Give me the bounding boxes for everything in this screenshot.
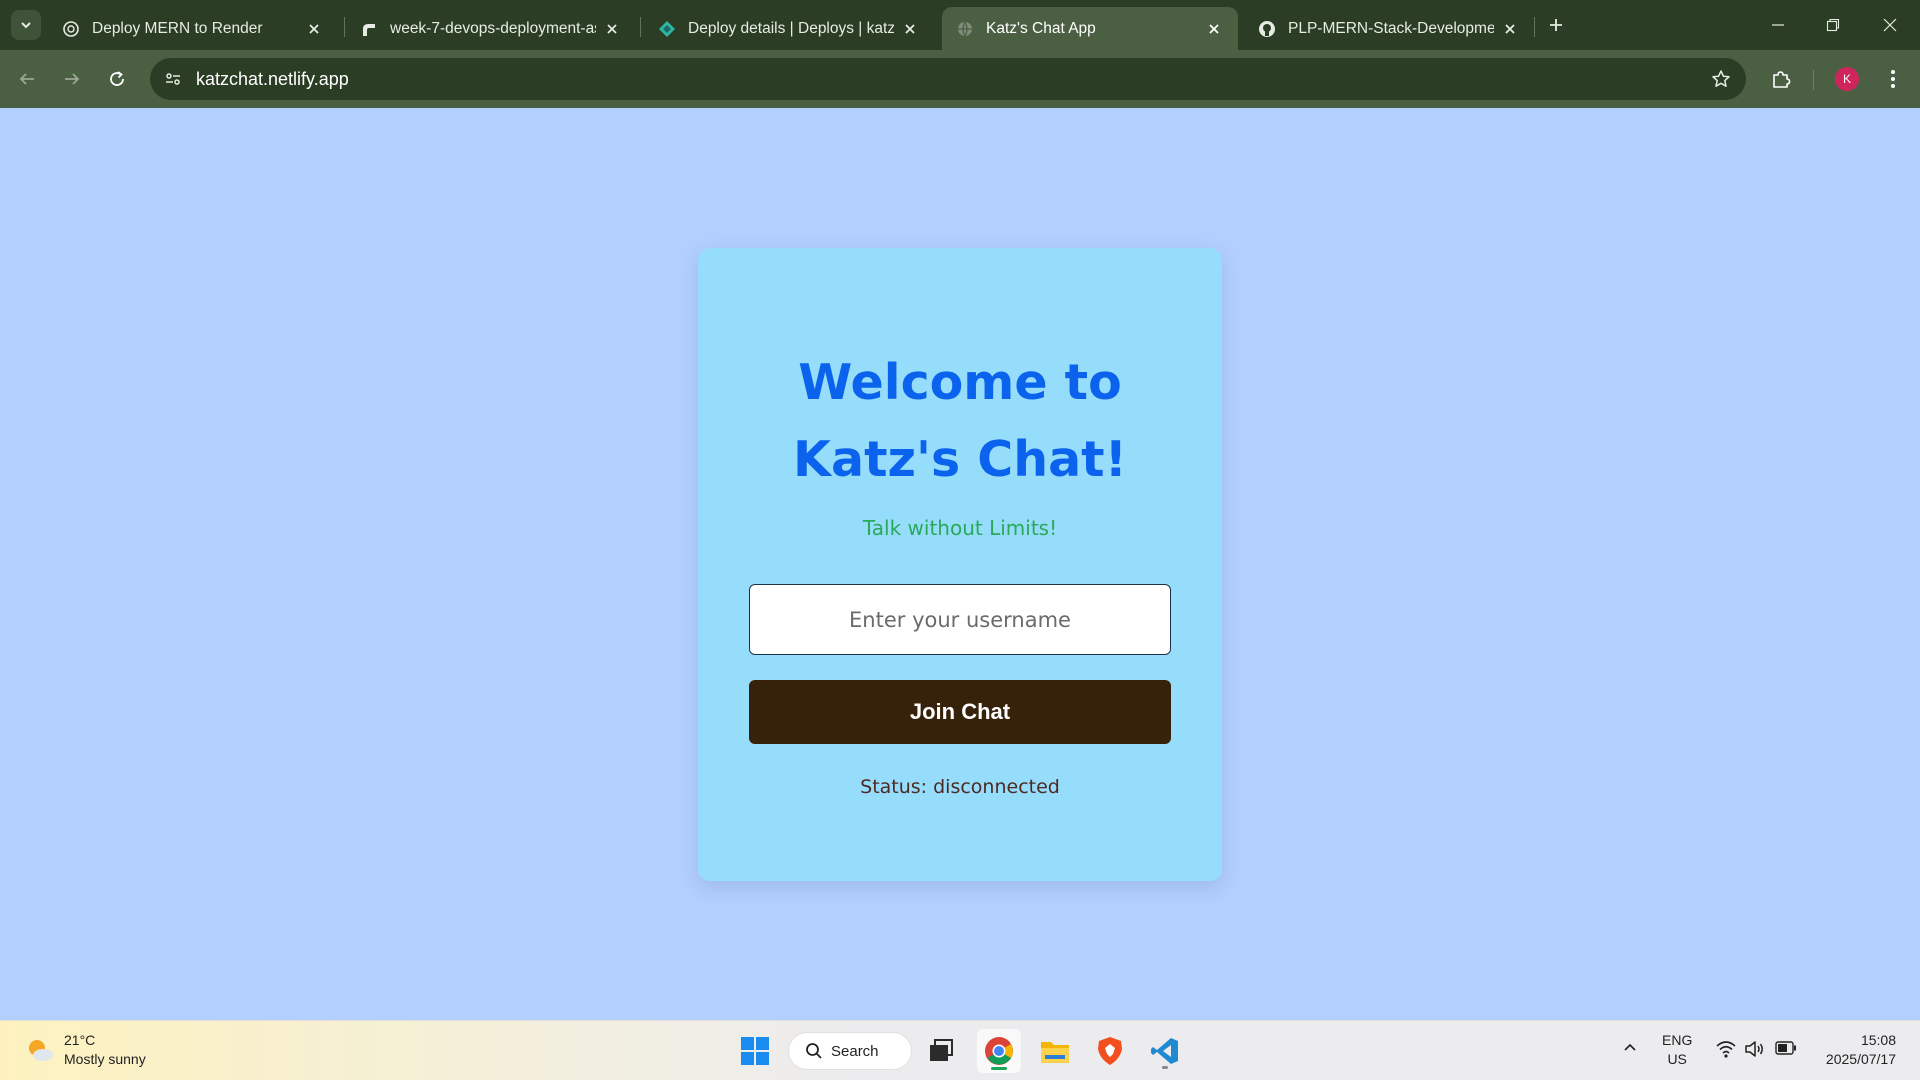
minimize-button[interactable]	[1758, 10, 1798, 40]
close-icon[interactable]	[900, 19, 920, 39]
close-icon	[1883, 18, 1897, 32]
join-card: Welcome to Katz's Chat! Talk without Lim…	[698, 248, 1222, 881]
clock-date: 2025/07/17	[1825, 1051, 1896, 1067]
openai-icon	[62, 20, 80, 38]
taskbar-search[interactable]: Search	[789, 1033, 911, 1069]
weather-widget[interactable]: 21°C Mostly sunny	[24, 1031, 146, 1069]
tab-katz-chat[interactable]: Katz's Chat App	[942, 7, 1238, 50]
start-button[interactable]	[733, 1029, 777, 1073]
taskbar-brave[interactable]	[1088, 1029, 1132, 1073]
tab-title: week-7-devops-deployment-assignment	[390, 19, 596, 37]
username-input[interactable]	[749, 584, 1171, 655]
active-indicator	[991, 1067, 1007, 1070]
tab-deploy-details[interactable]: Deploy details | Deploys | katzchat	[644, 7, 934, 50]
minimize-icon	[1772, 24, 1784, 26]
render-icon	[360, 20, 378, 38]
tab-separator	[1534, 17, 1535, 37]
battery-icon	[1775, 1041, 1796, 1055]
back-button[interactable]	[10, 62, 44, 96]
avatar: K	[1835, 67, 1859, 91]
toolbar-divider	[1813, 70, 1814, 90]
restore-icon	[1826, 18, 1840, 32]
puzzle-icon	[1773, 71, 1791, 88]
globe-icon	[956, 20, 974, 38]
tab-title: Deploy details | Deploys | katzchat	[688, 19, 894, 37]
tab-plp-mern[interactable]: PLP-MERN-Stack-Development	[1244, 7, 1534, 50]
browser-toolbar: katzchat.netlify.app K	[0, 50, 1920, 108]
language-indicator[interactable]: ENG US	[1662, 1031, 1692, 1069]
reload-icon	[110, 71, 124, 86]
taskbar-file-explorer[interactable]	[1033, 1029, 1077, 1073]
sun-cloud-icon	[29, 1040, 53, 1061]
plus-icon	[1550, 19, 1562, 31]
chevron-up-icon	[1624, 1043, 1636, 1051]
brave-icon	[1098, 1037, 1122, 1065]
arrow-right-icon	[65, 73, 80, 85]
tab-separator	[640, 17, 641, 37]
battery-status[interactable]	[1775, 1041, 1797, 1055]
start-icon	[741, 1037, 769, 1065]
vscode-icon	[1151, 1038, 1178, 1064]
wifi-icon	[1716, 1041, 1736, 1058]
weather-temp: 21°C	[64, 1032, 96, 1048]
tab-separator	[344, 17, 345, 37]
address-bar[interactable]: katzchat.netlify.app	[150, 58, 1746, 100]
welcome-line-2: Katz's Chat!	[793, 431, 1127, 488]
task-view-button[interactable]	[919, 1029, 963, 1073]
site-info-icon[interactable]	[160, 66, 186, 92]
volume-status[interactable]	[1745, 1040, 1765, 1058]
forward-button[interactable]	[55, 62, 89, 96]
bookmark-star-icon[interactable]	[1708, 66, 1734, 92]
tab-search-button[interactable]	[11, 10, 41, 40]
search-label: Search	[831, 1042, 879, 1060]
weather-desc: Mostly sunny	[64, 1051, 146, 1067]
github-icon	[1258, 20, 1276, 38]
tagline: Talk without Limits!	[862, 516, 1058, 540]
show-hidden-icons-button[interactable]	[1622, 1039, 1638, 1055]
chrome-icon	[985, 1037, 1013, 1065]
reload-button[interactable]	[100, 62, 134, 96]
tab-week7-devops[interactable]: week-7-devops-deployment-assignment	[346, 7, 636, 50]
restore-button[interactable]	[1813, 10, 1853, 40]
language-code: ENG	[1662, 1032, 1693, 1048]
taskbar: 21°C Mostly sunny Search ENG US 15:08 20…	[0, 1020, 1920, 1080]
clock-time: 15:08	[1860, 1032, 1896, 1048]
speaker-icon	[1745, 1041, 1763, 1057]
tab-bar: Deploy MERN to Render week-7-devops-depl…	[0, 0, 1920, 50]
close-window-button[interactable]	[1870, 10, 1910, 40]
file-explorer-icon	[1041, 1042, 1069, 1063]
system-clock[interactable]: 15:08 2025/07/17	[1812, 1031, 1896, 1069]
extensions-button[interactable]	[1764, 62, 1798, 96]
close-icon[interactable]	[1204, 19, 1224, 39]
welcome-line-1: Welcome to	[798, 354, 1122, 411]
page-title: Welcome to Katz's Chat!	[698, 344, 1222, 498]
url-text: katzchat.netlify.app	[196, 69, 349, 89]
chevron-down-icon	[21, 22, 31, 29]
tab-title: Deploy MERN to Render	[92, 19, 263, 37]
arrow-left-icon	[19, 73, 34, 85]
netlify-icon	[658, 20, 676, 38]
browser-menu-button[interactable]	[1876, 62, 1910, 96]
close-icon[interactable]	[602, 19, 622, 39]
tab-title: Katz's Chat App	[986, 19, 1096, 37]
tab-deploy-mern[interactable]: Deploy MERN to Render	[48, 7, 338, 50]
close-icon[interactable]	[1500, 19, 1520, 39]
region-code: US	[1667, 1051, 1687, 1067]
search-icon	[806, 1043, 822, 1059]
new-tab-button[interactable]	[1544, 13, 1568, 37]
task-view-icon	[930, 1039, 953, 1061]
running-indicator	[1162, 1066, 1168, 1069]
connection-status: Status: disconnected	[860, 776, 1060, 798]
more-vertical-icon	[1891, 70, 1895, 88]
join-chat-button[interactable]: Join Chat	[749, 680, 1171, 744]
profile-button[interactable]: K	[1830, 62, 1864, 96]
taskbar-chrome[interactable]	[977, 1029, 1021, 1073]
wifi-status[interactable]	[1716, 1040, 1736, 1058]
taskbar-vscode[interactable]	[1143, 1029, 1187, 1073]
close-icon[interactable]	[304, 19, 324, 39]
tab-title: PLP-MERN-Stack-Development	[1288, 19, 1494, 37]
